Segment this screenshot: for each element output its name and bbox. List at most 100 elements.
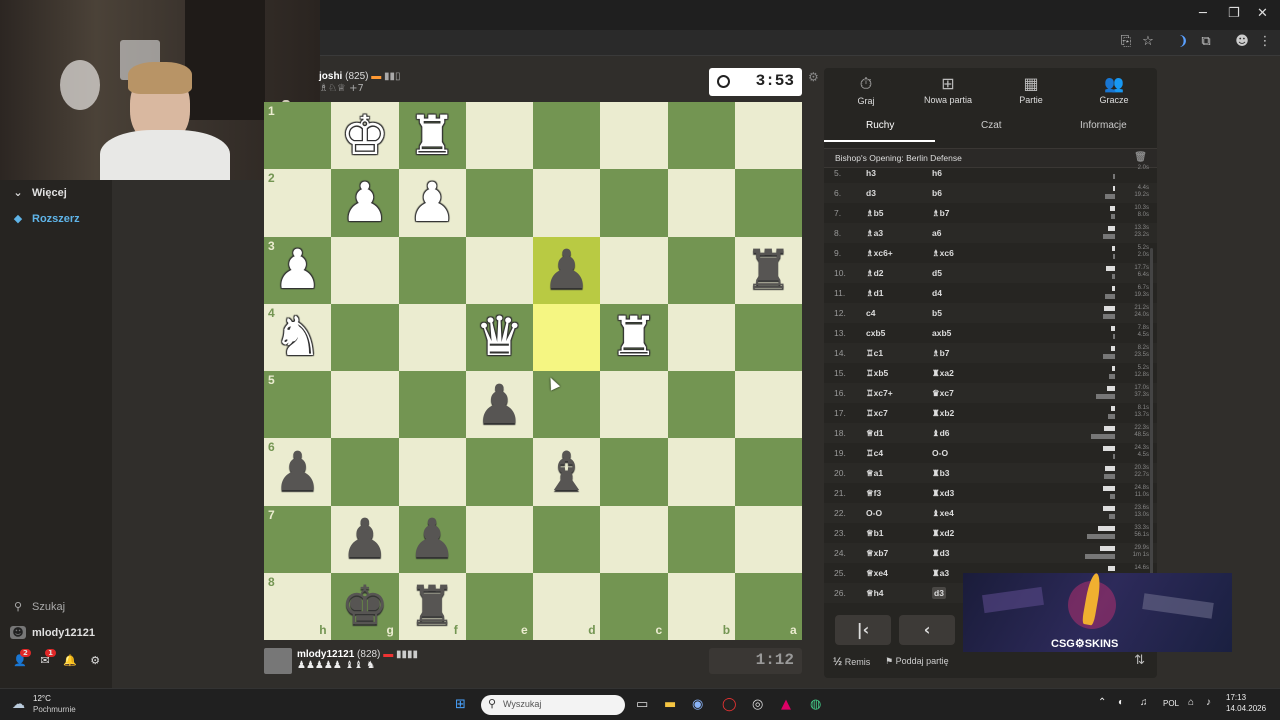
sidebar-item-expand[interactable]: ◆ Rozszerz [10,212,80,225]
scrollbar[interactable] [1150,248,1153,608]
square-c6[interactable] [600,438,668,506]
white-move[interactable]: ♗a3 [866,228,883,239]
more-menu-icon[interactable]: ⋮ [1257,34,1273,50]
black-move[interactable]: d4 [932,288,942,298]
network-icon[interactable]: ⌂ [1188,697,1194,708]
square-g4[interactable] [331,303,399,371]
black-move[interactable]: b6 [932,188,942,198]
white-move[interactable]: ♕xe4 [866,568,888,579]
square-c7[interactable] [600,505,668,573]
square-a6[interactable] [734,438,802,506]
white-move[interactable]: h3 [866,168,876,178]
black-move[interactable]: ♜xd2 [932,528,954,539]
white-move[interactable]: ♕xb7 [866,548,888,559]
opera-icon[interactable]: ◯ [722,697,737,712]
square-c5[interactable] [600,371,668,439]
square-g5[interactable] [331,371,399,439]
square-e2[interactable] [465,169,533,237]
app-icon[interactable]: ▲ [781,697,791,712]
white-move[interactable]: ♕a1 [866,468,883,479]
white-move[interactable]: cxb5 [866,328,885,338]
square-a7[interactable] [734,505,802,573]
prev-move-button[interactable]: ‹ [899,615,955,645]
tab-gracze[interactable]: 👥 Gracze [1074,74,1154,105]
maximize-icon[interactable]: ❐ [1228,6,1240,21]
ad-banner[interactable]: CSG⚙SKINS [963,573,1232,652]
square-c2[interactable] [600,169,668,237]
square-b2[interactable] [667,169,735,237]
white-pawn-piece[interactable]: ♟ [331,169,398,236]
messages-icon[interactable]: ✉ 1 [37,649,56,667]
white-move[interactable]: ♖c4 [866,448,883,459]
square-c1[interactable] [600,102,668,170]
black-move[interactable]: ♗xc6 [932,248,954,259]
close-icon[interactable]: ✕ [1257,6,1268,21]
sidebar-item-more[interactable]: ⌄ Więcej [10,186,66,199]
white-move[interactable]: ♗xc6+ [866,248,893,259]
minimize-icon[interactable]: ─ [1199,6,1207,21]
square-e3[interactable] [465,236,533,304]
top-player[interactable]: joshi (825) ▬ ▮▮▯ [319,71,401,82]
white-move[interactable]: c4 [866,308,875,318]
extensions-puzzle-icon[interactable]: ⧉ [1198,34,1214,50]
square-b6[interactable] [667,438,735,506]
black-move[interactable]: ♜xb2 [932,408,954,419]
square-d5[interactable] [533,371,601,439]
white-move[interactable]: ♗d2 [866,268,884,279]
white-move[interactable]: ♖xc7+ [866,388,893,399]
black-move[interactable]: ♜xa2 [932,368,954,379]
square-a2[interactable] [734,169,802,237]
tab-graj[interactable]: ⏱ Graj [826,74,906,106]
windows-start-icon[interactable]: ⊞ [455,697,466,712]
square-f3[interactable] [398,236,466,304]
black-bishop-piece[interactable]: ♝ [533,438,600,505]
tab-chat[interactable]: Czat [981,120,1002,131]
black-move[interactable]: ♝xe4 [932,508,954,519]
profile-icon[interactable]: ☻ [1234,34,1250,50]
square-e7[interactable] [465,505,533,573]
tab-nowa-partia[interactable]: ⊞ Nowa partia [908,74,988,105]
square-d1[interactable] [533,102,601,170]
black-move[interactable]: ♜xd3 [932,488,954,499]
white-rook-piece[interactable]: ♜ [399,102,466,169]
install-app-icon[interactable]: ⎘ [1118,34,1134,50]
square-b3[interactable] [667,236,735,304]
tray-chevron-icon[interactable]: ⌃ [1098,697,1106,708]
black-move[interactable]: ♜d3 [932,548,950,559]
chess-board[interactable]: 1 2 3 4 5 6 7 8 h g f e d c b a ♚ ♜ ♟ ♟ ♟ ♟ ♜ ♞ ♛ ♜ ♟ ♟ ♝ ♟ ♟ ♚ ♜ [264,102,802,640]
first-move-button[interactable]: |‹ [835,615,891,645]
white-king-piece[interactable]: ♚ [331,102,398,169]
black-move[interactable]: O-O [932,448,948,458]
friends-icon[interactable]: 👤 2 [12,649,31,667]
black-move[interactable]: ♗b7 [932,348,950,359]
black-move[interactable]: b5 [932,308,942,318]
flip-board-icon[interactable]: ⇅ [1134,653,1145,668]
white-move[interactable]: ♕h4 [866,588,884,599]
black-move[interactable]: a6 [932,228,941,238]
black-move[interactable]: ♗b7 [932,208,950,219]
black-pawn-piece[interactable]: ♟ [533,237,600,304]
bookmark-star-icon[interactable]: ☆ [1140,34,1156,50]
sidebar-search[interactable]: ⚲ Szukaj [10,600,65,613]
square-d4[interactable] [533,303,601,371]
square-a4[interactable] [734,303,802,371]
gear-icon[interactable]: ⚙ [87,654,103,667]
draw-button[interactable]: ½ Remis [833,656,870,668]
discord-icon[interactable]: ◎ [752,697,763,712]
extension-icon[interactable]: ❩ [1175,34,1191,50]
volume-icon[interactable]: ♪ [1206,697,1211,708]
white-move[interactable]: ♕b1 [866,528,884,539]
chrome-icon[interactable]: ◍ [810,697,821,712]
microphone-icon[interactable]: ♫ [1140,697,1148,708]
white-move[interactable]: ♖xc7 [866,408,888,419]
black-move[interactable]: d3 [932,587,946,599]
square-a1[interactable] [734,102,802,170]
white-move[interactable]: ♖xb5 [866,368,888,379]
square-c3[interactable] [600,236,668,304]
white-move[interactable]: ♗d1 [866,288,884,299]
black-move[interactable]: h6 [932,168,942,178]
square-g6[interactable] [331,438,399,506]
resign-button[interactable]: ⚑ Poddaj partię [885,656,949,667]
square-e1[interactable] [465,102,533,170]
square-b1[interactable] [667,102,735,170]
